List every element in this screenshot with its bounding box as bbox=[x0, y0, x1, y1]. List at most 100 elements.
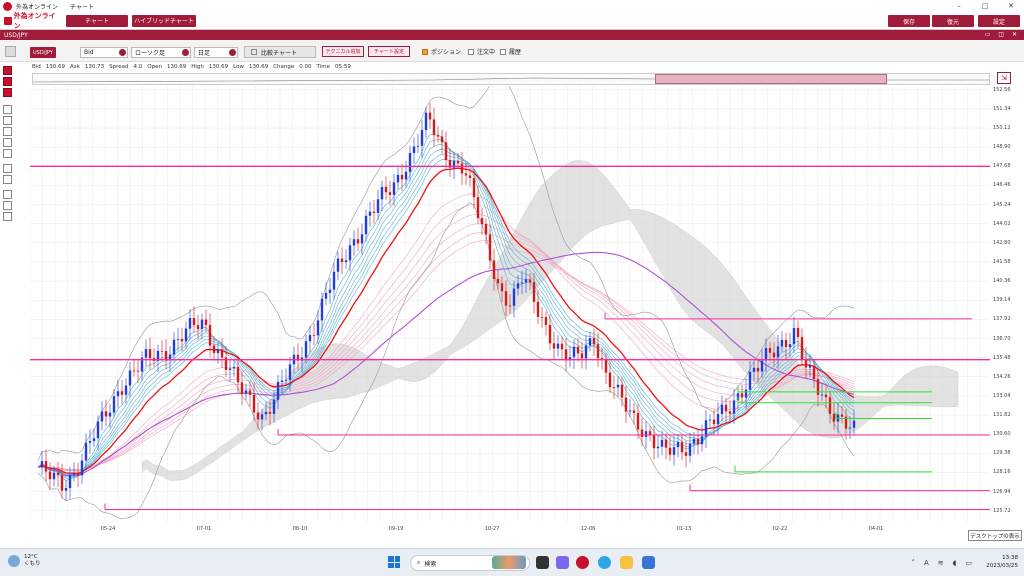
compare-chart-button[interactable]: 比較チャート bbox=[244, 46, 316, 58]
candle-body bbox=[172, 339, 176, 355]
candle-body bbox=[640, 429, 644, 437]
add-technical-button[interactable]: テクニカル追加 bbox=[322, 46, 364, 57]
candle-body bbox=[384, 186, 388, 193]
checkbox-icon bbox=[500, 48, 506, 55]
zoom-tool-icon[interactable] bbox=[3, 88, 12, 97]
candle-body bbox=[748, 371, 752, 390]
price-type-select[interactable]: Bid bbox=[80, 47, 128, 58]
hybrid-chart-button[interactable]: ハイブリッドチャート bbox=[132, 14, 196, 27]
fx-app-icon[interactable] bbox=[576, 556, 589, 569]
settings-button[interactable]: 設定 bbox=[978, 15, 1020, 27]
candle-body bbox=[436, 135, 440, 137]
chart-navigator[interactable] bbox=[32, 73, 990, 85]
timeframe-select[interactable]: 日足 bbox=[194, 47, 238, 58]
candle-body bbox=[764, 348, 768, 361]
candle-body bbox=[416, 145, 420, 147]
candle-body bbox=[532, 282, 536, 302]
chart-panel-header: USD/JPY ▭ ◫ ✕ bbox=[0, 30, 1024, 40]
store-icon[interactable] bbox=[642, 556, 655, 569]
chart-button[interactable]: チャート bbox=[66, 14, 128, 27]
chart-type-value: ローソク足 bbox=[135, 50, 166, 57]
candle-body bbox=[472, 177, 476, 198]
candle-body bbox=[268, 411, 272, 414]
candle-body bbox=[476, 197, 480, 219]
ordering-checkbox[interactable]: 注文中 bbox=[468, 47, 495, 56]
menu-bar: 外為オンライン チャート ハイブリッドチャート 保存 復元 設定 bbox=[0, 12, 1024, 30]
restore-button[interactable]: 復元 bbox=[932, 15, 974, 27]
candle-body bbox=[404, 171, 408, 180]
candle-body bbox=[60, 475, 64, 491]
fibonacci-tool-icon[interactable] bbox=[3, 164, 12, 173]
wifi-icon[interactable]: ≋ bbox=[938, 559, 944, 567]
trash-tool-icon[interactable] bbox=[3, 201, 12, 210]
price-tick-label: 144.02 bbox=[993, 220, 1011, 227]
chevron-down-icon bbox=[119, 49, 126, 56]
candle-body bbox=[392, 182, 396, 195]
channel-tool-icon[interactable] bbox=[3, 149, 12, 158]
weather-desc: くもり bbox=[24, 561, 41, 567]
list-tool-icon[interactable] bbox=[3, 212, 12, 221]
text-tool-icon[interactable] bbox=[3, 175, 12, 184]
price-tick-label: 136.70 bbox=[993, 335, 1011, 342]
candle-body bbox=[624, 397, 628, 412]
change-label: Change bbox=[273, 63, 295, 70]
ray-tool-icon[interactable] bbox=[3, 116, 12, 125]
volume-icon[interactable]: ◖ bbox=[953, 559, 957, 567]
chart-scale-button[interactable]: ⇲ bbox=[997, 72, 1011, 84]
symbol-selector[interactable]: USD/JPY bbox=[30, 47, 56, 58]
price-tick-label: 137.92 bbox=[993, 316, 1011, 323]
file-explorer-icon[interactable] bbox=[620, 556, 633, 569]
task-view-icon[interactable] bbox=[536, 556, 549, 569]
close-button[interactable]: ✕ bbox=[998, 0, 1024, 12]
chevron-up-icon[interactable]: ˄ bbox=[912, 559, 916, 567]
candle-body bbox=[716, 414, 720, 425]
edge-browser-icon[interactable] bbox=[598, 556, 611, 569]
candle-body bbox=[52, 472, 56, 480]
chart-type-select[interactable]: ローソク足 bbox=[131, 47, 191, 58]
maximize-button[interactable]: □ bbox=[972, 0, 998, 12]
panel-window-icons[interactable]: ▭ ◫ ✕ bbox=[985, 31, 1020, 38]
candle-body bbox=[676, 442, 680, 448]
open-value: 130.69 bbox=[166, 63, 187, 70]
save-button[interactable]: 保存 bbox=[888, 15, 930, 27]
candle-body bbox=[500, 283, 504, 292]
candle-body bbox=[324, 292, 328, 299]
candle-body bbox=[368, 211, 372, 216]
candle-body bbox=[492, 260, 496, 279]
candle-body bbox=[124, 385, 128, 395]
candle-body bbox=[340, 258, 344, 263]
position-checkbox[interactable]: ポジション bbox=[422, 47, 461, 56]
candle-body bbox=[388, 192, 392, 195]
candle-body bbox=[280, 380, 284, 382]
clock[interactable]: 13:38 2023/03/25 bbox=[986, 554, 1018, 570]
toolbar-menu-icon[interactable] bbox=[5, 46, 16, 57]
candle-body bbox=[604, 359, 608, 373]
date-tick-label: 12-06 bbox=[580, 526, 596, 532]
cursor-tool-icon[interactable] bbox=[3, 66, 12, 75]
price-chart[interactable] bbox=[30, 86, 990, 522]
minimize-button[interactable]: – bbox=[946, 0, 972, 12]
horizontal-line-tool-icon[interactable] bbox=[3, 127, 12, 136]
candle-body bbox=[468, 175, 472, 178]
candle-body bbox=[364, 215, 368, 235]
candle-body bbox=[264, 411, 268, 415]
candle-body bbox=[424, 112, 428, 131]
battery-icon[interactable]: ▭ bbox=[965, 559, 972, 567]
crosshair-tool-icon[interactable] bbox=[3, 77, 12, 86]
desktop-tooltip: デスクトップの表示 bbox=[968, 530, 1022, 541]
chat-icon[interactable] bbox=[556, 556, 569, 569]
history-checkbox[interactable]: 履歴 bbox=[500, 47, 521, 56]
candle-body bbox=[496, 278, 500, 284]
candle-body bbox=[652, 435, 656, 449]
delete-tool-icon[interactable] bbox=[3, 190, 12, 199]
trendline-tool-icon[interactable] bbox=[3, 105, 12, 114]
ime-indicator[interactable]: A bbox=[924, 559, 929, 567]
candle-body bbox=[616, 384, 620, 388]
weather-widget[interactable]: 12°C くもり bbox=[8, 554, 41, 568]
candle-body bbox=[360, 234, 364, 244]
vertical-line-tool-icon[interactable] bbox=[3, 138, 12, 147]
windows-start-icon[interactable] bbox=[388, 556, 400, 568]
chart-settings-button[interactable]: チャート設定 bbox=[368, 46, 410, 57]
candle-body bbox=[344, 260, 348, 263]
navigator-selection[interactable] bbox=[655, 74, 887, 84]
